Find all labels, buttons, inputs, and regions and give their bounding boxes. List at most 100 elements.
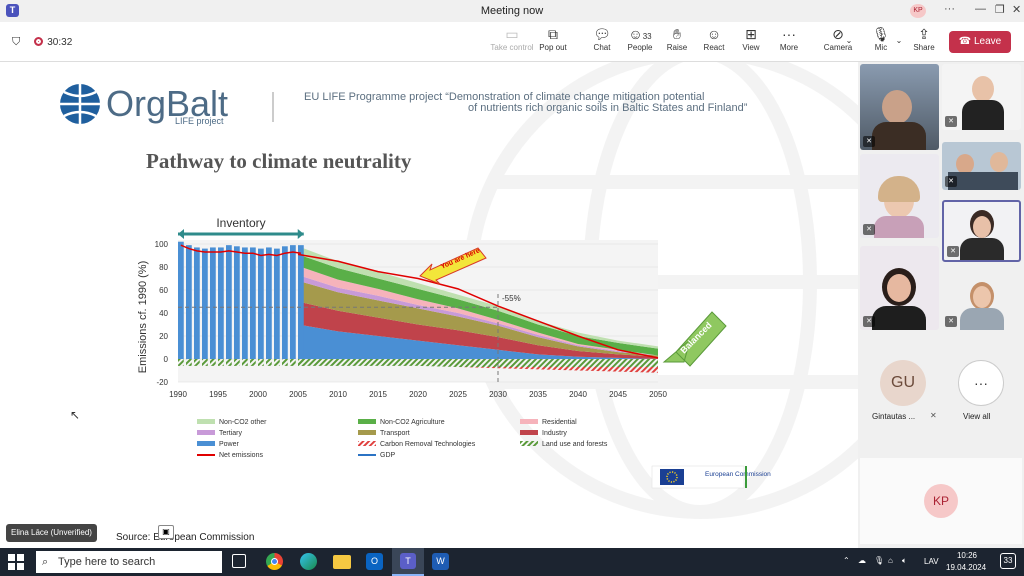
clock-time[interactable]: 10:26 (952, 551, 982, 560)
legend-residential-swatch (520, 419, 538, 424)
x-tick-label: 1995 (209, 390, 227, 399)
x-tick-label: 2045 (609, 390, 627, 399)
inventory-bar (210, 247, 216, 359)
inventory-bar (186, 245, 192, 359)
inventory-bar (274, 248, 280, 359)
y-axis-label: Emissions cf. 1990 (%) (137, 261, 149, 373)
start-button[interactable] (8, 554, 24, 570)
inventory-land-bar (298, 359, 304, 366)
share-icon: ⇪ (918, 26, 930, 42)
y-tick-label: 60 (159, 286, 168, 295)
x-tick-label: 1990 (169, 390, 187, 399)
take-control-button[interactable]: ▭ Take control (490, 25, 534, 52)
self-view[interactable]: KP (860, 458, 1022, 544)
volume-icon[interactable]: 🔈︎ (902, 556, 907, 566)
word-icon[interactable]: W (432, 553, 449, 570)
legend-carbon-removal-technologies-label: Carbon Removal Technologies (380, 441, 476, 448)
ellipsis-icon: ··· (958, 360, 1004, 406)
camera-options-chevron-icon[interactable]: ⌄ (843, 36, 855, 45)
inventory-land-bar (242, 359, 248, 366)
inventory-arrow-right (297, 229, 304, 239)
recording-icon (34, 37, 44, 46)
inventory-bar (194, 247, 200, 359)
share-button[interactable]: ⇪ Share (902, 25, 946, 52)
maximize-icon[interactable]: ❐ (995, 3, 1005, 16)
video-tile-5-active[interactable]: ✕ (942, 200, 1021, 262)
inventory-bar (290, 245, 296, 359)
video-tile-1[interactable]: ✕ (860, 64, 939, 150)
inventory-bar (242, 247, 248, 359)
network-icon[interactable]: ⌂ (888, 556, 893, 565)
inventory-land-bar (258, 359, 264, 366)
inventory-bar (202, 248, 208, 359)
legend-tertiary-swatch (197, 430, 215, 435)
presenter-name-tag: Elina Lāce (Unverified) (6, 524, 97, 542)
legend-transport-label: Transport (380, 430, 410, 437)
task-view-icon[interactable] (232, 554, 246, 568)
video-tile-2[interactable]: ✕ (942, 64, 1021, 130)
screen-control-icon[interactable]: ▣ (158, 525, 174, 539)
inventory-bar (282, 246, 288, 359)
legend-power-swatch (197, 441, 215, 446)
x-tick-label: 2030 (489, 390, 507, 399)
search-input[interactable]: ⌕ Type here to search (36, 551, 222, 573)
x-tick-label: 2035 (529, 390, 547, 399)
pop-out-button[interactable]: ⧉ Pop out (531, 25, 575, 52)
legend-industry-swatch (520, 430, 538, 435)
x-tick-label: 2020 (409, 390, 427, 399)
mic-off-icon: ✕ (930, 411, 937, 420)
view-all-button[interactable]: ··· View all (952, 360, 1012, 430)
legend-land-use-and-forests-swatch (520, 441, 538, 446)
video-tile-6[interactable]: ✕ (860, 246, 939, 330)
chrome-icon[interactable] (266, 553, 283, 570)
legend-gdp-label: GDP (380, 452, 396, 459)
legend-non-co2-agriculture-label: Non-CO2 Agriculture (380, 419, 445, 426)
inventory-land-bar (186, 359, 192, 366)
mic-off-icon: ✕ (863, 224, 875, 235)
edge-icon[interactable] (300, 553, 317, 570)
leave-button[interactable]: ☎︎ Leave (949, 31, 1011, 53)
user-avatar[interactable]: KP (910, 4, 926, 18)
notification-badge[interactable]: 33 (1000, 553, 1016, 569)
inventory-arrow-left (178, 229, 184, 239)
inventory-land-bar (194, 359, 200, 366)
inventory-bar (266, 247, 272, 359)
inventory-land-bar (218, 359, 224, 366)
x-tick-label: 2025 (449, 390, 467, 399)
inventory-land-bar (290, 359, 296, 366)
area-land-use-and-forests (298, 359, 658, 368)
legend-tertiary-label: Tertiary (219, 430, 242, 437)
participant-gu[interactable]: GU Gintautas ... ✕ (866, 360, 942, 430)
participants-panel: ✕ ✕ ✕ ✕ ✕ ✕ ✕ GU Gintautas ... ✕ ··· Vie… (858, 62, 1024, 548)
more-button[interactable]: ··· More (767, 25, 811, 52)
inventory-land-bar (266, 359, 272, 366)
clock-date[interactable]: 19.04.2024 (946, 563, 986, 572)
y-tick-label: 100 (155, 240, 169, 249)
mic-off-icon: ✕ (947, 246, 959, 257)
microphone-tray-icon[interactable]: 🎙︎ (874, 556, 884, 565)
close-icon[interactable]: ✕ (1012, 3, 1021, 16)
video-tile-3[interactable]: ✕ (860, 154, 939, 238)
timer-value: 30:32 (47, 37, 73, 48)
more-options-icon[interactable]: ··· (944, 3, 955, 15)
video-tile-7[interactable]: ✕ (942, 266, 1021, 330)
keyboard-language[interactable]: LAV (924, 557, 939, 566)
weather-icon[interactable]: ☁ (858, 556, 866, 565)
y-tick-label: 80 (159, 263, 168, 272)
x-tick-label: 2005 (289, 390, 307, 399)
video-tile-4[interactable]: ✕ (942, 142, 1021, 190)
file-explorer-icon[interactable] (333, 555, 351, 569)
x-tick-label: 2050 (649, 390, 667, 399)
outlook-icon[interactable]: O (366, 553, 383, 570)
header-line-2: of nutrients rich organic soils in Balti… (468, 102, 748, 114)
mic-off-icon: ✕ (863, 316, 875, 327)
inventory-land-bar (250, 359, 256, 366)
y-tick-label: 0 (164, 355, 169, 364)
show-hidden-icons-icon[interactable]: ⌃ (843, 556, 850, 565)
inventory-land-bar (234, 359, 240, 366)
inventory-bar (258, 248, 264, 359)
inventory-bar (226, 245, 232, 359)
source-caption: Source: European Commission (116, 532, 254, 543)
teams-taskbar-icon[interactable]: T (392, 548, 424, 576)
minimize-icon[interactable]: — (975, 3, 986, 15)
